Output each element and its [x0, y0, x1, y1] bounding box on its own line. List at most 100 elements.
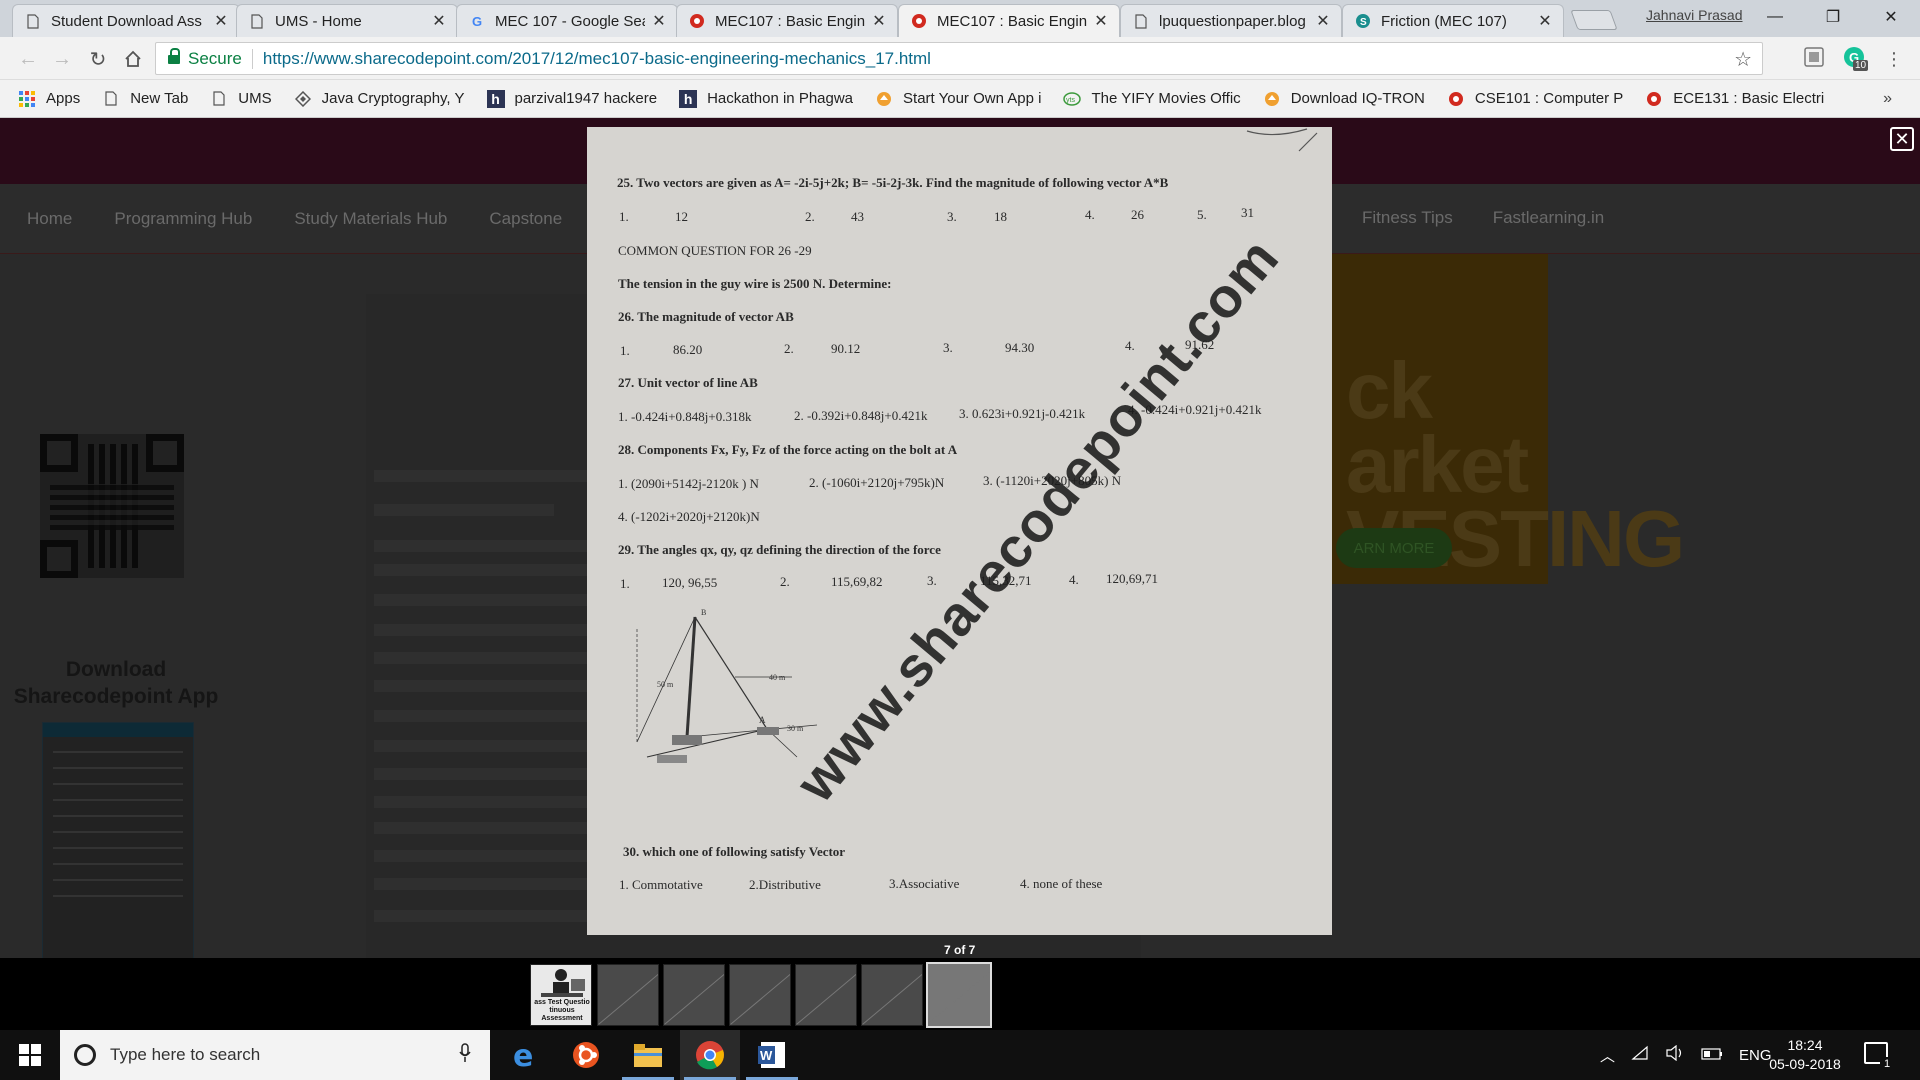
nav-fastlearning[interactable]: Fastlearning.in: [1493, 208, 1605, 228]
word-taskbar-icon[interactable]: W: [742, 1030, 802, 1080]
minimize-button[interactable]: —: [1752, 2, 1798, 32]
tab-strip: Student Download Ass ✕ UMS - Home ✕ G ME…: [0, 0, 1920, 37]
figure-label: B: [701, 608, 706, 617]
svg-text:e: e: [513, 1040, 533, 1070]
q29-option-number: 4.: [1069, 572, 1079, 587]
bookmark-start-app[interactable]: Start Your Own App i: [875, 90, 1041, 108]
tab-close-icon[interactable]: ✕: [651, 11, 667, 31]
chrome-menu-icon[interactable]: ⋮: [1880, 45, 1908, 73]
show-hidden-icons-icon[interactable]: ︿: [1600, 1045, 1615, 1066]
q28-option: 4. (-1202i+2020j+2120k)N: [618, 509, 760, 524]
home-icon: [125, 50, 141, 67]
bookmark-iq-tron[interactable]: Download IQ-TRON: [1263, 90, 1425, 108]
taskbar-clock[interactable]: 18:24 05-09-2018: [1760, 1036, 1850, 1074]
ad-learn-more-button[interactable]: ARN MORE: [1336, 528, 1452, 568]
bookmark-new-tab[interactable]: New Tab: [102, 90, 188, 108]
bookmark-star-icon[interactable]: ☆: [1734, 47, 1752, 72]
volume-icon[interactable]: [1665, 1044, 1685, 1065]
tab-mec107-1[interactable]: MEC107 : Basic Engine ✕: [676, 4, 898, 37]
start-button[interactable]: [0, 1030, 60, 1080]
tab-close-icon[interactable]: ✕: [1315, 11, 1331, 31]
thumbnail-4[interactable]: [729, 964, 791, 1026]
battery-icon[interactable]: [1701, 1047, 1723, 1064]
figure-label: 50 m: [657, 680, 674, 689]
question-27: 27. Unit vector of line AB: [618, 375, 758, 390]
q29-option-value: 120, 96,55: [662, 575, 718, 590]
lightbox-close-button[interactable]: ✕: [1890, 127, 1914, 151]
tab-close-icon[interactable]: ✕: [1093, 11, 1109, 31]
secure-label: Secure: [188, 48, 242, 68]
nav-capstone[interactable]: Capstone: [489, 209, 562, 229]
forward-button[interactable]: →: [48, 45, 76, 73]
nav-programming-hub[interactable]: Programming Hub: [114, 209, 252, 229]
bookmark-ece131[interactable]: ECE131 : Basic Electri: [1645, 90, 1824, 108]
thumbnail-3[interactable]: [663, 964, 725, 1026]
bookmark-java-cryptography[interactable]: Java Cryptography, Y: [294, 90, 465, 108]
tab-close-icon[interactable]: ✕: [1537, 11, 1553, 31]
q25-option-value: 43: [851, 209, 864, 224]
bookmark-yify[interactable]: yts The YIFY Movies Offic: [1063, 90, 1241, 108]
q30-option: 3.Associative: [889, 876, 960, 891]
extension-icon[interactable]: [1803, 46, 1827, 70]
tab-ums-home[interactable]: UMS - Home ✕: [236, 4, 458, 37]
sharecodepoint-icon: [1447, 90, 1465, 108]
q26-option-value: 94.30: [1005, 340, 1035, 355]
q25-option-number: 5.: [1197, 207, 1207, 222]
address-bar[interactable]: Secure https://www.sharecodepoint.com/20…: [155, 42, 1763, 75]
tab-lpuquestionpaper[interactable]: lpuquestionpaper.blog ✕: [1120, 4, 1342, 37]
windows-taskbar: Type here to search e W ︿ ENG 18:24 05-0…: [0, 1030, 1920, 1080]
bookmark-label: UMS: [238, 90, 272, 107]
home-button[interactable]: [119, 45, 147, 73]
profile-name[interactable]: Jahnavi Prasad: [1646, 7, 1743, 23]
thumbnail-6[interactable]: [861, 964, 923, 1026]
thumbnail-2[interactable]: [597, 964, 659, 1026]
q28-option: 2. (-1060i+2120j+795k)N: [809, 475, 945, 490]
app-preview-image: [42, 722, 194, 958]
edge-taskbar-icon[interactable]: e: [494, 1030, 554, 1080]
ubuntu-taskbar-icon[interactable]: [556, 1030, 616, 1080]
tab-title: Student Download Ass: [51, 12, 202, 30]
nav-home[interactable]: Home: [27, 209, 72, 229]
tab-close-icon[interactable]: ✕: [871, 11, 887, 31]
bookmark-label: Java Cryptography, Y: [321, 90, 465, 107]
tab-friction[interactable]: S Friction (MEC 107) ✕: [1342, 4, 1564, 37]
reload-button[interactable]: ↻: [84, 45, 112, 73]
taskbar-search[interactable]: Type here to search: [60, 1030, 490, 1080]
bookmark-parzival[interactable]: h parzival1947 hackere: [486, 89, 657, 108]
back-button[interactable]: ←: [14, 45, 42, 73]
tab-title: UMS - Home: [275, 12, 362, 30]
network-icon[interactable]: [1631, 1045, 1649, 1065]
nav-fitness-tips[interactable]: Fitness Tips: [1362, 208, 1453, 228]
thumbnail-1[interactable]: ass Test Questio tinuous Assessment: [530, 964, 592, 1026]
tension-statement: The tension in the guy wire is 2500 N. D…: [618, 276, 892, 291]
microphone-icon[interactable]: [458, 1042, 472, 1068]
hackerearth-icon: h: [486, 89, 505, 108]
file-explorer-taskbar-icon[interactable]: [618, 1030, 678, 1080]
q30-option: 2.Distributive: [749, 877, 821, 892]
thumbnail-5[interactable]: [795, 964, 857, 1026]
tab-close-icon[interactable]: ✕: [213, 11, 229, 31]
maximize-button[interactable]: ❐: [1810, 2, 1856, 32]
new-tab-button[interactable]: [1570, 10, 1618, 30]
bookmark-cse101[interactable]: CSE101 : Computer P: [1447, 90, 1623, 108]
tab-student-download[interactable]: Student Download Ass ✕: [12, 4, 240, 37]
document-icon: [102, 90, 120, 108]
bookmarks-bar: Apps New Tab UMS Java Cryptography, Y h …: [0, 80, 1920, 118]
q25-option-number: 4.: [1085, 207, 1095, 222]
bookmarks-overflow-button[interactable]: »: [1883, 90, 1892, 108]
bookmark-ums[interactable]: UMS: [210, 90, 272, 108]
bookmark-apps[interactable]: Apps: [18, 90, 80, 108]
figure-label: 40 m: [769, 673, 786, 682]
url-text[interactable]: https://www.sharecodepoint.com/2017/12/m…: [263, 49, 931, 69]
tab-mec107-active[interactable]: MEC107 : Basic Engine ✕: [898, 4, 1120, 37]
close-window-button[interactable]: ✕: [1868, 2, 1914, 32]
grammarly-extension-icon[interactable]: G 10: [1843, 46, 1869, 71]
chrome-taskbar-icon[interactable]: [680, 1030, 740, 1080]
nav-study-materials-hub[interactable]: Study Materials Hub: [294, 209, 447, 229]
figure-label: A: [759, 715, 766, 725]
bookmark-hackathon[interactable]: h Hackathon in Phagwa: [679, 89, 853, 108]
tab-close-icon[interactable]: ✕: [431, 11, 447, 31]
tab-google-search[interactable]: G MEC 107 - Google Sea ✕: [456, 4, 678, 37]
site-nav-right: Fitness Tips Fastlearning.in: [1362, 208, 1604, 228]
thumbnail-7-selected[interactable]: [926, 962, 992, 1028]
